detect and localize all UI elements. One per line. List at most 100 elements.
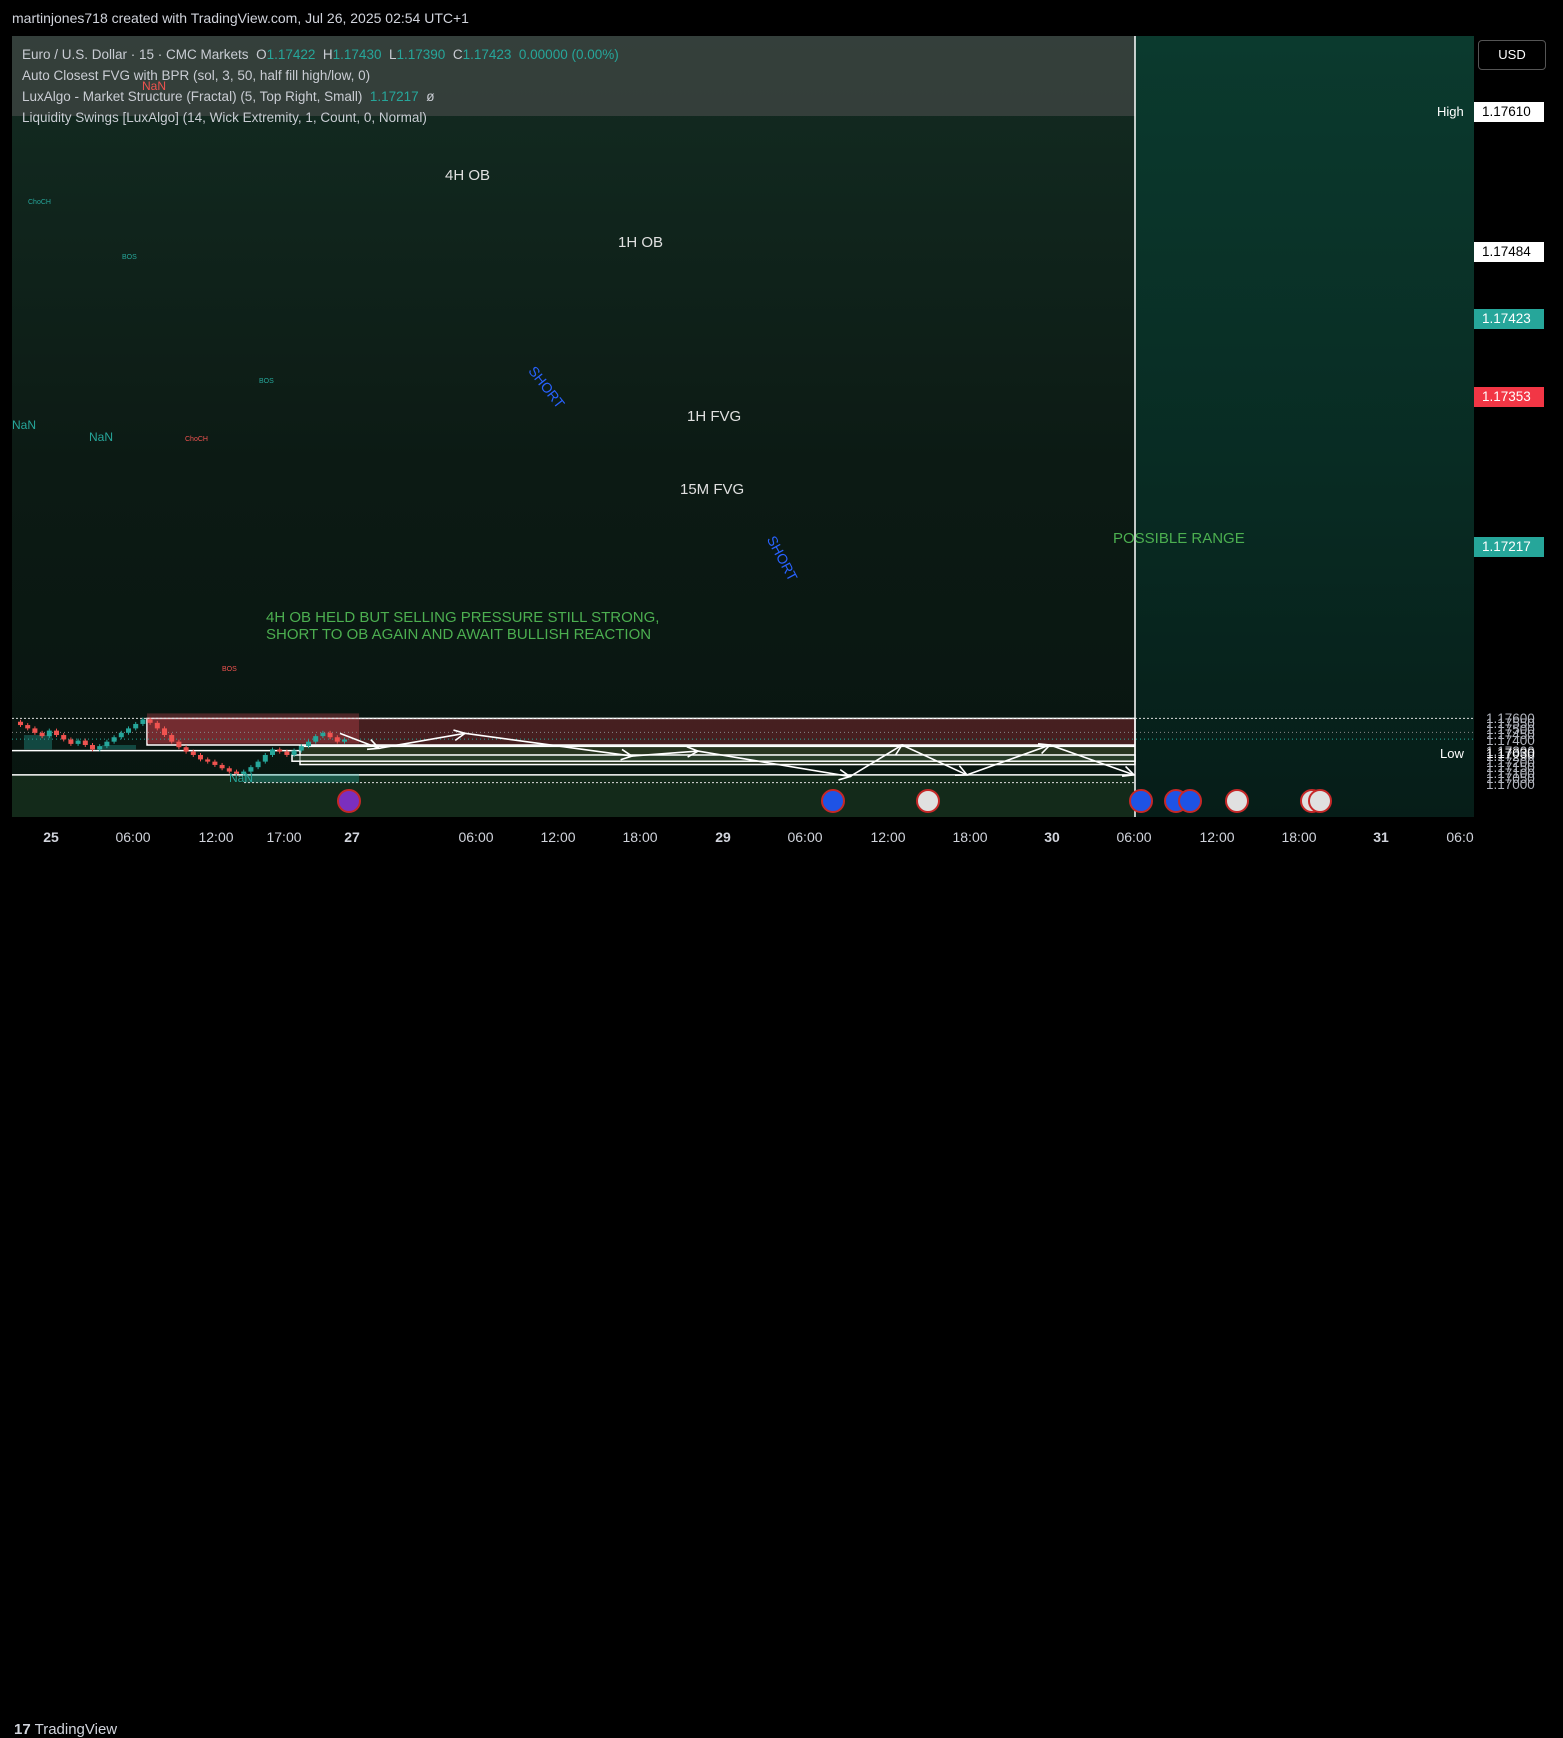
indicator-label[interactable]: Auto Closest FVG with BPR (sol, 3, 50, h… [22,68,370,83]
bos-label: BOS [222,666,237,673]
event-icon [1129,789,1153,813]
candle-body [176,741,182,748]
event-icon [1308,789,1332,813]
choch-label: ChoCH [28,199,51,206]
symbol-line[interactable]: Euro / U.S. Dollar · 15 · CMC Markets O 1… [22,44,619,65]
bos-label: BOS [122,254,137,261]
candle-body [183,747,189,752]
high-value: 1.17430 [332,47,382,62]
indicator-value: 1.17217 [369,89,419,104]
candle-body [320,732,326,737]
candle-body [162,728,167,736]
open-label: O [256,47,267,62]
high-label: H [322,47,333,62]
change-value: 0.00000 (0.00%) [518,47,619,62]
candle-body [334,737,340,742]
time-tick-label: 12:00 [1199,829,1235,845]
high-label: High [1437,104,1464,119]
time-tick-label: 30 [1044,829,1060,845]
candle-body [298,746,304,751]
time-tick-label: 31 [1373,829,1389,845]
symbol-name[interactable]: Euro / U.S. Dollar · 15 · CMC Markets [22,47,249,62]
indicator-label[interactable]: LuxAlgo - Market Structure (Fractal) (5,… [22,89,362,104]
event-icon [1225,789,1249,813]
low-price-value: 1.17030 [1486,746,1535,761]
time-tick-label: 06:00 [1116,829,1152,845]
candle-body [54,730,59,736]
indicator-suffix: ø [426,89,435,104]
footer: 17 TradingView [0,855,1563,1738]
tradingview-logo[interactable]: 17 TradingView [14,1721,117,1738]
candle-body [284,751,290,755]
candle-body [277,749,283,752]
candle-body [75,740,81,744]
chart-plot-area[interactable]: NaN NaN NaN NaN BOS BOS BOS ChoCH ChoCH [12,36,1474,817]
note-line-2: SHORT TO OB AGAIN AND AWAIT BULLISH REAC… [266,626,652,643]
credit-text: martinjones718 created with TradingView.… [12,10,469,26]
candle-body [140,719,146,724]
high-price-badge: 1.17610 [1474,102,1544,122]
candle-body [262,754,268,762]
choch-label: ChoCH [185,436,208,443]
event-icon [337,789,361,813]
candle-body [90,745,95,750]
event-icon [821,789,845,813]
nan-label: NaN [89,430,113,444]
annotation-note: 4H OB HELD BUT SELLING PRESSURE STILL ST… [266,609,659,643]
candle-body [147,719,153,723]
candle-body [219,764,225,769]
demand-zone [244,773,359,783]
event-icon [916,789,940,813]
candle-body [270,749,275,755]
candle-body [205,759,211,762]
indicator-row[interactable]: Auto Closest FVG with BPR (sol, 3, 50, h… [22,65,619,86]
candle-body [291,750,297,755]
annotation-1h-fvg: 1H FVG [687,408,742,425]
candle-body [169,735,175,742]
price-tick-label: 1.17000 [1486,777,1535,792]
candle-body [39,732,45,737]
bos-label: BOS [259,378,274,385]
candle-body [118,732,124,738]
annotation-1h-ob: 1H OB [618,234,664,251]
brand-name: TradingView [34,1721,118,1738]
time-tick-label: 12:00 [540,829,576,845]
nan-label: NaN [229,771,253,785]
candle-body [46,730,52,737]
price-axis[interactable] [1474,36,1563,817]
candle-body [313,736,319,742]
currency-button[interactable]: USD [1478,40,1546,70]
annotation-4h-ob: 4H OB [445,167,491,184]
candle-body [111,737,117,742]
event-icon [1178,789,1202,813]
time-tick-label: 25 [43,829,59,845]
note-line-1: 4H OB HELD BUT SELLING PRESSURE STILL ST… [266,609,660,626]
candle-body [133,723,139,729]
candle-body [154,722,160,729]
candle-body [306,741,311,747]
range-zone [12,774,1135,817]
candle-body [198,754,203,760]
time-tick-label: 18:00 [622,829,658,845]
candle-body [18,721,23,726]
indicator-label[interactable]: Liquidity Swings [LuxAlgo] (14, Wick Ext… [22,110,427,125]
low-label: L [388,47,397,62]
candle-body [68,739,74,744]
annotation-possible-range: POSSIBLE RANGE [1113,530,1245,547]
candle-body [25,725,31,729]
time-tick-label: 18:00 [952,829,988,845]
time-tick-label: 27 [344,829,360,845]
demand-zone-left [24,735,52,750]
time-axis[interactable] [0,817,1563,855]
candle-body [342,739,347,742]
chart-legend: Euro / U.S. Dollar · 15 · CMC Markets O 1… [22,44,619,128]
indicator-row[interactable]: LuxAlgo - Market Structure (Fractal) (5,… [22,86,619,107]
chart-svg: NaNNaNNaNNaNBOSBOSBOSChoCHChoCH [12,36,1474,817]
candle-body [61,735,67,740]
time-tick-label: 06:00 [787,829,823,845]
indicator-row[interactable]: Liquidity Swings [LuxAlgo] (14, Wick Ext… [22,107,619,128]
time-tick-label: 29 [715,829,731,845]
time-tick-label: 12:00 [870,829,906,845]
candle-body [126,728,131,733]
candle-body [104,741,110,747]
